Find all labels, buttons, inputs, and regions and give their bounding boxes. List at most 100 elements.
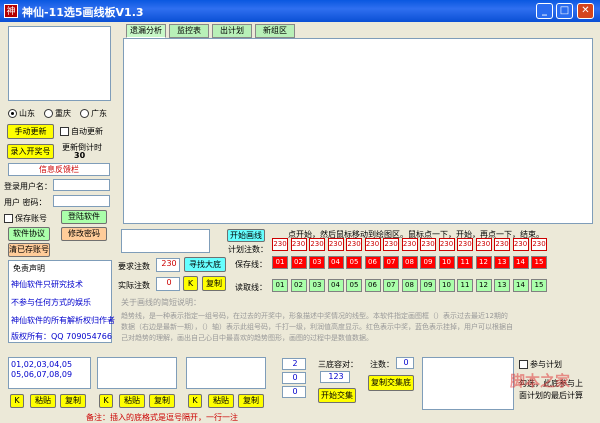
login-button[interactable]: 登陆软件 xyxy=(61,210,107,224)
number-cell[interactable]: 07 xyxy=(383,256,399,269)
number-cell[interactable]: 07 xyxy=(383,279,399,292)
disclaimer-line: 版权所有：QQ 709054766 xyxy=(11,332,112,341)
note-count-label: 注数： xyxy=(370,360,394,369)
plan-count-cell: 230 xyxy=(346,238,362,251)
number-cell[interactable]: 12 xyxy=(475,256,492,269)
bottom-note: 备注：插入的底格式是逗号隔开，一行一注 xyxy=(86,413,238,422)
plan-count-cell: 230 xyxy=(420,238,436,251)
number-cell[interactable]: 01 xyxy=(272,256,288,269)
province-radio-shandong[interactable]: 山东 xyxy=(8,108,35,119)
paste-button-1[interactable]: 粘贴 xyxy=(30,394,56,408)
disclaimer-title: 免责声明 xyxy=(13,263,45,274)
number-cell[interactable]: 03 xyxy=(309,256,325,269)
number-cell[interactable]: 06 xyxy=(364,279,381,292)
paste-button-2[interactable]: 粘贴 xyxy=(119,394,145,408)
feedback-bar: 信息反馈栏 xyxy=(8,163,110,176)
number-cell[interactable]: 02 xyxy=(290,256,307,269)
province-radio-guangdong[interactable]: 广东 xyxy=(80,108,107,119)
minimize-button[interactable]: _ xyxy=(536,3,553,19)
plan-count-label: 计划注数： xyxy=(228,245,268,254)
base-box-1[interactable]: 01,02,03,04,05 05,06,07,08,09 xyxy=(8,357,91,389)
copy-button-1[interactable]: 复制 xyxy=(60,394,86,408)
k-button-2[interactable]: K xyxy=(99,394,113,408)
logo-box xyxy=(8,26,111,101)
start-intersection-button[interactable]: 开始交集 xyxy=(318,388,356,403)
tab-missing-analysis[interactable]: 遗漏分析 xyxy=(126,24,166,38)
start-draw-button[interactable]: 开始画线 xyxy=(227,229,265,242)
number-cell[interactable]: 04 xyxy=(327,256,344,269)
actual-count-label: 实际注数 xyxy=(118,281,150,290)
title-bar[interactable]: 神 神仙-11选5画线板V1.3 _ □ ✕ xyxy=(0,0,600,22)
number-cell[interactable]: 09 xyxy=(420,256,436,269)
number-cell[interactable]: 05 xyxy=(346,279,362,292)
software-agreement-button[interactable]: 软件协议 xyxy=(8,227,50,241)
number-cell[interactable]: 11 xyxy=(457,256,473,269)
number-cell[interactable]: 08 xyxy=(401,256,418,269)
number-cell[interactable]: 14 xyxy=(512,256,529,269)
password-label: 用户 密码： xyxy=(4,198,47,207)
paste-button-3[interactable]: 粘贴 xyxy=(208,394,234,408)
k-button-1[interactable]: K xyxy=(10,394,24,408)
tab-monitor[interactable]: 监控表 xyxy=(169,24,209,38)
base-box-3[interactable] xyxy=(186,357,266,389)
number-cell[interactable]: 01 xyxy=(272,279,288,292)
password-input[interactable] xyxy=(53,195,110,207)
read-line-label: 读取线： xyxy=(235,283,267,292)
required-count-input[interactable]: 230 xyxy=(156,258,180,272)
number-cell[interactable]: 03 xyxy=(309,279,325,292)
count-box-3[interactable]: 0 xyxy=(282,386,306,398)
plan-count-cell: 230 xyxy=(383,238,399,251)
copy-intersection-button[interactable]: 复制交集底 xyxy=(368,375,414,391)
number-cell[interactable]: 15 xyxy=(531,256,547,269)
actual-count-input[interactable]: 0 xyxy=(156,277,180,291)
clear-account-button[interactable]: 清已存账号 xyxy=(8,243,50,257)
note-count-input[interactable]: 0 xyxy=(396,357,414,369)
province-radio-chongqing[interactable]: 重庆 xyxy=(44,108,71,119)
count-box-2[interactable]: 0 xyxy=(282,372,306,384)
number-cell[interactable]: 10 xyxy=(438,279,455,292)
join-plan-checkbox[interactable]: 参与计划 xyxy=(519,359,562,370)
required-count-label: 要求注数 xyxy=(118,262,150,271)
graph-canvas[interactable] xyxy=(123,38,593,224)
number-cell[interactable]: 13 xyxy=(494,256,510,269)
number-cell[interactable]: 14 xyxy=(512,279,529,292)
countdown-value: 30 xyxy=(74,151,86,160)
login-user-input[interactable] xyxy=(53,179,110,191)
tab-new-group[interactable]: 新组区 xyxy=(255,24,295,38)
number-cell[interactable]: 02 xyxy=(290,279,307,292)
base-box-2[interactable] xyxy=(97,357,177,389)
enter-number-button[interactable]: 录入开奖号 xyxy=(7,144,54,159)
count-box-1[interactable]: 2 xyxy=(282,358,306,370)
close-button[interactable]: ✕ xyxy=(577,3,594,19)
number-cell[interactable]: 11 xyxy=(457,279,473,292)
description-text: 趋势线，是一种表示指定一组号码，在过去的开奖中，形象描述中奖情况的线型。本软件指… xyxy=(121,312,513,342)
number-cell[interactable]: 10 xyxy=(438,256,455,269)
plan-count-cell: 230 xyxy=(327,238,344,251)
number-cell[interactable]: 04 xyxy=(327,279,344,292)
maximize-button[interactable]: □ xyxy=(556,3,573,19)
number-cell[interactable]: 05 xyxy=(346,256,362,269)
find-base-button[interactable]: 寻找大底 xyxy=(184,257,226,272)
plan-count-cell: 230 xyxy=(272,238,288,251)
intersection-result-box[interactable] xyxy=(422,357,514,410)
change-password-button[interactable]: 修改密码 xyxy=(61,227,107,241)
copy-button[interactable]: 复制 xyxy=(202,276,226,291)
number-cell[interactable]: 13 xyxy=(494,279,510,292)
tab-plan[interactable]: 出计划 xyxy=(212,24,252,38)
triple-base-input[interactable]: 123 xyxy=(320,371,350,383)
watermark: 脚本之家 xyxy=(510,372,571,390)
number-cell[interactable]: 12 xyxy=(475,279,492,292)
manual-update-button[interactable]: 手动更新 xyxy=(7,124,54,139)
number-cell[interactable]: 08 xyxy=(401,279,418,292)
plan-count-cell: 230 xyxy=(494,238,510,251)
number-cell[interactable]: 06 xyxy=(364,256,381,269)
number-cell[interactable]: 09 xyxy=(420,279,436,292)
result-textbox[interactable] xyxy=(121,229,210,253)
save-account-checkbox[interactable]: 保存账号 xyxy=(4,213,47,224)
k-button-3[interactable]: K xyxy=(188,394,202,408)
k-button[interactable]: K xyxy=(183,276,198,291)
copy-button-2[interactable]: 复制 xyxy=(149,394,175,408)
auto-update-checkbox[interactable]: 自动更新 xyxy=(60,126,103,137)
copy-button-3[interactable]: 复制 xyxy=(238,394,264,408)
number-cell[interactable]: 15 xyxy=(531,279,547,292)
